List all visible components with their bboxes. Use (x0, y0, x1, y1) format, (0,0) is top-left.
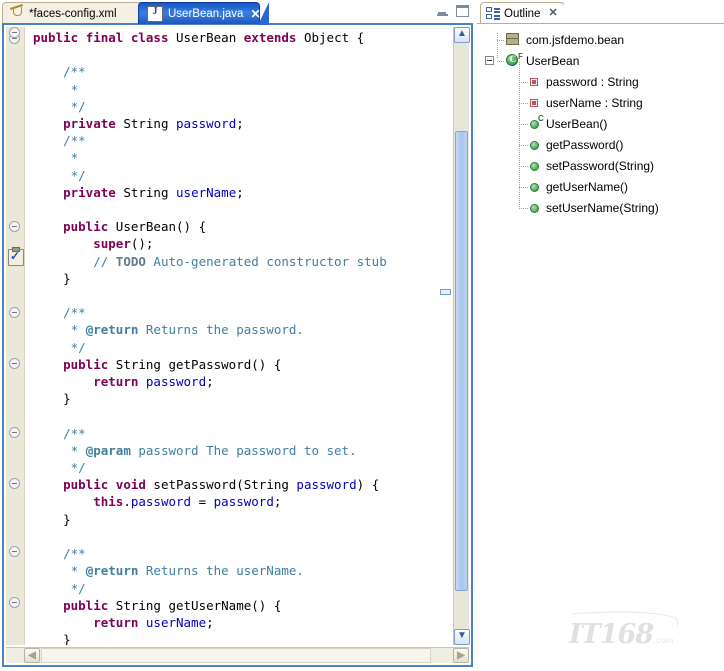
editor-horizontal-scrollbar[interactable]: ◀ ▶ (6, 647, 469, 663)
public-method-icon (527, 180, 541, 194)
modifier-badge: C (538, 113, 544, 123)
scroll-left-icon[interactable]: ◀ (24, 648, 40, 663)
outline-tree-item[interactable]: getPassword() (527, 134, 623, 155)
outline-tree[interactable]: com.jsfdemo.beanFUserBeanpassword : Stri… (477, 24, 724, 671)
public-method-icon (527, 159, 541, 173)
private-field-icon (527, 96, 541, 110)
outline-icon (486, 7, 500, 20)
editor-gutter (6, 27, 25, 645)
editor-content: public final class UserBean extends Obje… (6, 27, 469, 645)
chevron-right-icon: ▶ (457, 650, 465, 661)
outline-item-label: getUserName() (546, 179, 629, 194)
close-icon[interactable]: ✕ (548, 8, 557, 19)
editor-tab-bar: *faces-config.xml UserBean.java ✕ (0, 0, 477, 25)
fold-marker[interactable] (9, 427, 20, 438)
class-icon: F (505, 52, 523, 68)
outline-item-label: setPassword(String) (546, 158, 655, 173)
scroll-up-icon[interactable]: ▲ (454, 27, 470, 43)
scroll-down-icon[interactable]: ▼ (454, 629, 470, 645)
editor-vertical-scrollbar[interactable]: ▲ ▼ (453, 27, 470, 645)
editor-frame: public final class UserBean extends Obje… (2, 23, 473, 667)
fold-marker[interactable] (9, 546, 20, 557)
outline-item-label: setUserName(String) (546, 200, 659, 215)
editor-tab-faces-config[interactable]: *faces-config.xml (2, 2, 144, 24)
fold-marker[interactable] (9, 597, 20, 608)
fold-marker[interactable] (9, 221, 20, 232)
outline-tab-label: Outline (504, 7, 541, 20)
outline-tree-item[interactable]: com.jsfdemo.bean (505, 29, 624, 50)
tree-guide (497, 61, 505, 62)
code-canvas[interactable]: public final class UserBean extends Obje… (25, 27, 469, 645)
editor-window-controls (437, 5, 469, 17)
outline-tree-item[interactable]: userName : String (527, 92, 643, 113)
tree-expander[interactable] (485, 56, 494, 65)
outline-tree-item[interactable]: getUserName() (527, 176, 628, 197)
source-code[interactable]: public final class UserBean extends Obje… (33, 29, 387, 645)
eclipse-workbench: *faces-config.xml UserBean.java ✕ (0, 0, 724, 671)
chevron-up-icon: ▲ (457, 28, 467, 39)
scrollbar-thumb[interactable] (455, 131, 468, 591)
scroll-right-icon[interactable]: ▶ (453, 648, 469, 663)
java-file-icon (147, 5, 163, 22)
todo-task-icon[interactable] (8, 247, 24, 266)
maximize-icon[interactable] (456, 5, 469, 17)
tree-guide (519, 62, 520, 207)
outline-item-label: com.jsfdemo.bean (526, 32, 625, 47)
minimize-icon[interactable] (437, 5, 448, 16)
outline-item-label: getPassword() (546, 137, 624, 152)
outline-tree-item[interactable]: setUserName(String) (527, 197, 659, 218)
scrollbar-thumb[interactable] (41, 648, 431, 663)
outline-item-label: password : String (546, 74, 639, 89)
outline-view: Outline ✕ com.jsfdemo.beanFUserBeanpassw… (477, 0, 724, 671)
tab-outline[interactable]: Outline ✕ (480, 2, 575, 24)
tree-guide (497, 40, 505, 41)
outline-tree-item[interactable]: C UserBean() (527, 113, 607, 134)
outline-tree-item[interactable]: password : String (527, 71, 639, 92)
fold-marker[interactable] (9, 307, 20, 318)
outline-tree-item[interactable]: setPassword(String) (527, 155, 654, 176)
close-icon[interactable]: ✕ (250, 8, 260, 20)
package-icon (505, 32, 521, 47)
tree-guide (497, 33, 498, 58)
outline-item-label: userName : String (546, 95, 643, 110)
fold-marker[interactable] (9, 358, 20, 369)
overview-ruler-marker[interactable] (440, 289, 451, 295)
chevron-left-icon: ◀ (28, 650, 36, 661)
editor-tab-label: UserBean.java (168, 7, 244, 20)
editor-tab-userbean-java[interactable]: UserBean.java ✕ (138, 2, 269, 25)
editor-area: *faces-config.xml UserBean.java ✕ (0, 0, 477, 671)
private-field-icon (527, 75, 541, 89)
outline-item-label: UserBean() (546, 116, 608, 131)
public-method-icon (527, 138, 541, 152)
modifier-badge: F (518, 52, 523, 61)
chevron-down-icon: ▼ (457, 630, 467, 641)
public-method-icon (527, 201, 541, 215)
fold-marker[interactable] (9, 478, 20, 489)
outline-item-label: UserBean (526, 53, 580, 68)
outline-tree-item[interactable]: FUserBean (505, 50, 579, 71)
editor-tab-label: *faces-config.xml (29, 7, 117, 20)
jsf-file-icon (9, 6, 24, 21)
public-method-icon: C (527, 113, 544, 131)
outline-tab-bar: Outline ✕ (477, 0, 724, 24)
